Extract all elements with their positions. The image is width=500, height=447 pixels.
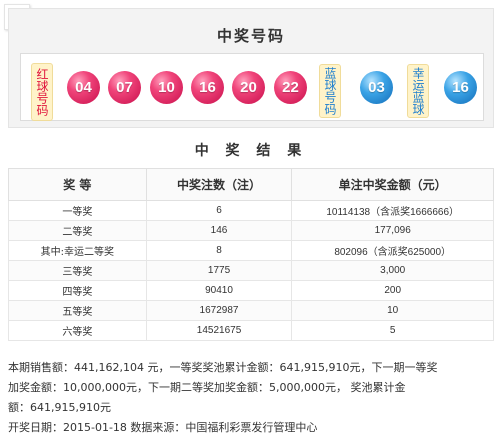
table-row: 二等奖 146 177,096 [8,220,494,241]
winning-numbers-panel: 中奖号码 红球号码 04 07 10 16 20 22 蓝球号码 03 幸运蓝球… [8,8,494,128]
draw-summary: 本期销售额：441,162,104 元，一等奖奖池累计金额：641,915,91… [8,358,494,438]
table-row: 其中:幸运二等奖 8 802096（含派奖625000） [8,240,494,261]
red-ball: 07 [108,71,141,104]
prize-amount: 200 [291,280,494,301]
winning-numbers-title: 中奖号码 [216,27,285,45]
draw-date-source: 开奖日期：2015-01-18 数据来源：中国福利彩票发行管理中心 [8,421,318,434]
blue-ball-label: 蓝球号码 [319,64,341,118]
header-count: 中奖注数（注） [145,168,293,201]
winner-count: 90410 [145,280,293,301]
red-ball: 20 [232,71,265,104]
summary-line: 加奖金额：10,000,000元，下一期二等奖加奖金额：5,000,000元， … [8,381,406,394]
red-ball: 22 [274,71,307,104]
winner-count: 1775 [145,260,293,281]
winner-count: 8 [145,240,293,261]
table-row: 五等奖 1672987 10 [8,300,494,321]
summary-line: 额：641,915,910元 [8,401,111,414]
winner-count: 6 [145,200,293,221]
prize-amount: 5 [291,320,494,341]
prize-amount: 3,000 [291,260,494,281]
lucky-blue-ball-label: 幸运蓝球 [407,64,429,118]
table-row: 四等奖 90410 200 [8,280,494,301]
prize-level: 六等奖 [8,320,147,341]
winner-count: 146 [145,220,293,241]
red-ball: 04 [67,71,100,104]
winner-count: 1672987 [145,300,293,321]
red-ball: 16 [191,71,224,104]
table-row: 一等奖 6 10114138（含派奖1666666） [8,200,494,221]
blue-ball: 03 [360,71,393,104]
prize-amount: 10 [291,300,494,321]
winner-count: 14521675 [145,320,293,341]
prize-amount: 802096（含派奖625000） [291,240,494,261]
prize-level: 二等奖 [8,220,147,241]
red-ball-label: 红球号码 [31,63,53,121]
table-row: 六等奖 14521675 5 [8,320,494,341]
prize-results-table: 奖 等 中奖注数（注） 单注中奖金额（元） 一等奖 6 10114138（含派奖… [8,168,494,341]
prize-level: 一等奖 [8,200,147,221]
prize-amount: 177,096 [291,220,494,241]
winning-numbers-box: 红球号码 04 07 10 16 20 22 蓝球号码 03 幸运蓝球 16 [20,53,484,121]
summary-line: 本期销售额：441,162,104 元，一等奖奖池累计金额：641,915,91… [8,361,438,374]
lucky-blue-ball: 16 [444,71,477,104]
prize-level: 三等奖 [8,260,147,281]
prize-level: 五等奖 [8,300,147,321]
red-ball: 10 [150,71,183,104]
table-header-row: 奖 等 中奖注数（注） 单注中奖金额（元） [8,168,494,201]
prize-level: 四等奖 [8,280,147,301]
header-amount: 单注中奖金额（元） [291,168,494,201]
results-title: 中 奖 结 果 [194,143,308,159]
table-row: 三等奖 1775 3,000 [8,260,494,281]
prize-level: 其中:幸运二等奖 [8,240,147,261]
header-level: 奖 等 [8,168,147,201]
prize-amount: 10114138（含派奖1666666） [291,200,494,221]
